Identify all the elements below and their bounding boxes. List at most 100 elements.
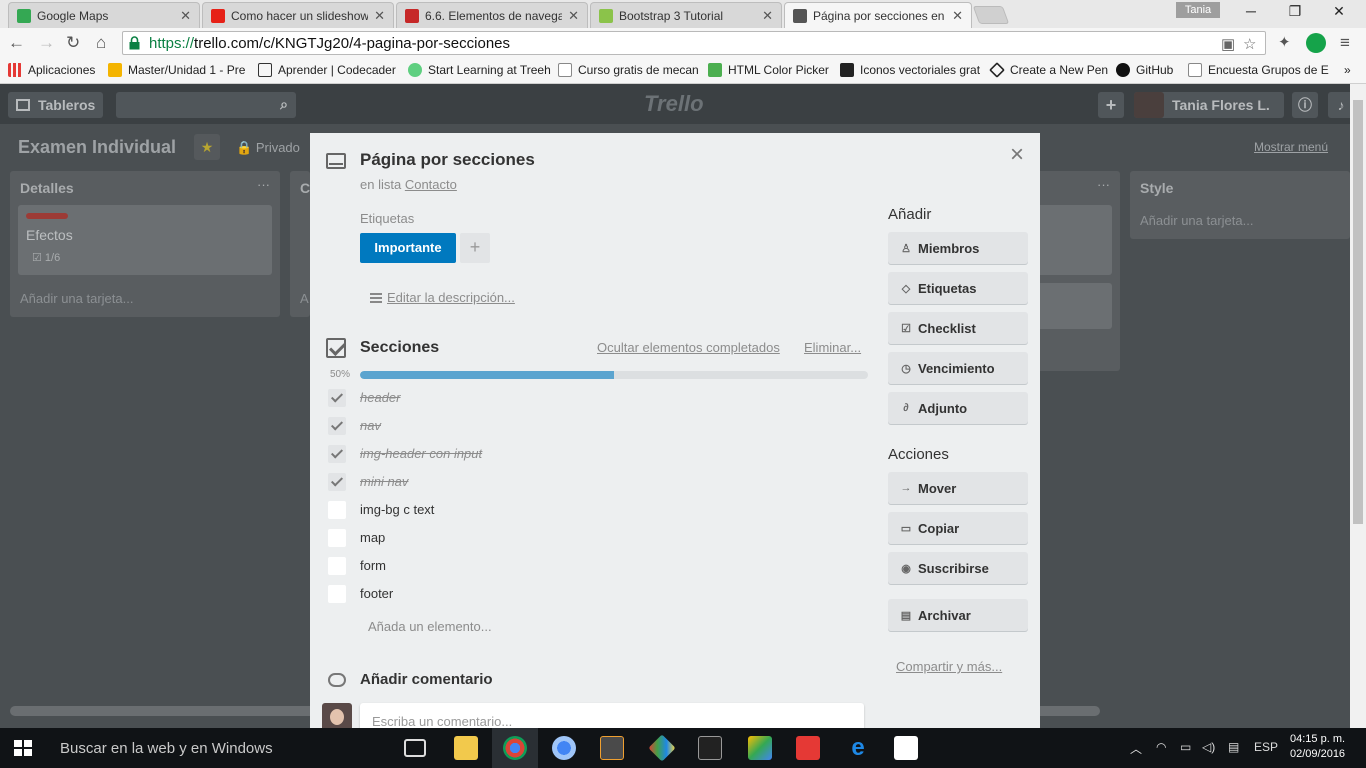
close-tab-icon[interactable]: ✕ (180, 8, 191, 24)
close-tab-icon[interactable]: ✕ (952, 8, 963, 24)
comment-input[interactable]: Escriba un comentario... (360, 703, 864, 728)
item-text[interactable]: img-bg c text (360, 502, 434, 517)
browser-tab-elementos[interactable]: 6.6. Elementos de navegac ✕ (396, 2, 588, 28)
task-view-icon[interactable] (404, 739, 426, 757)
show-menu-link[interactable]: Mostrar menú (1254, 140, 1328, 154)
taskbar-search-input[interactable]: Buscar en la web y en Windows (60, 740, 273, 757)
close-tab-icon[interactable]: ✕ (762, 8, 773, 24)
delete-checklist-link[interactable]: Eliminar... (804, 340, 861, 355)
bookmark-curso[interactable]: Curso gratis de mecan (558, 63, 699, 77)
item-text[interactable]: nav (360, 418, 381, 433)
tray-chevron-icon[interactable]: ︿ (1130, 740, 1142, 757)
minimize-window-button[interactable]: ─ (1236, 3, 1266, 19)
add-card-link[interactable]: A (300, 291, 309, 306)
item-checkbox[interactable] (328, 417, 346, 435)
checklist-item[interactable]: map (326, 527, 866, 551)
item-checkbox[interactable] (328, 473, 346, 491)
list-title[interactable]: Style (1140, 180, 1173, 196)
bookmark-codepen[interactable]: Create a New Pen (989, 62, 1108, 78)
bookmark-encuesta[interactable]: Encuesta Grupos de E (1188, 63, 1329, 77)
close-tab-icon[interactable]: ✕ (374, 8, 385, 24)
item-checkbox[interactable] (328, 501, 346, 519)
card-title[interactable]: Página por secciones (360, 150, 535, 170)
item-text[interactable]: form (360, 558, 386, 573)
archive-button[interactable]: ▤ Archivar (888, 599, 1028, 631)
checklist-item[interactable]: form (326, 555, 866, 579)
privacy-label[interactable]: 🔒 Privado (236, 140, 300, 156)
home-icon[interactable]: ⌂ (96, 33, 106, 53)
board-search-input[interactable]: ⌕ (116, 92, 296, 118)
hide-completed-link[interactable]: Ocultar elementos completados (597, 340, 780, 355)
checklist-item[interactable]: header (326, 387, 866, 411)
item-checkbox[interactable] (328, 529, 346, 547)
back-arrow-icon[interactable]: ← (8, 33, 25, 53)
list-card[interactable] (1040, 283, 1112, 329)
checklist-item[interactable]: img-bg c text (326, 499, 866, 523)
taskbar-clock[interactable]: 04:15 p. m. 02/09/2016 (1290, 732, 1345, 762)
item-checkbox[interactable] (328, 557, 346, 575)
trello-logo[interactable]: Trello (644, 91, 704, 117)
close-icon[interactable]: × (1010, 141, 1024, 169)
forward-arrow-icon[interactable]: → (38, 33, 55, 53)
list-link[interactable]: Contacto (405, 177, 457, 192)
new-tab-button[interactable] (972, 6, 1010, 24)
url-text[interactable]: https://trello.com/c/KNGTJg20/4-pagina-p… (149, 35, 510, 52)
close-tab-icon[interactable]: ✕ (568, 8, 579, 24)
board-title[interactable]: Examen Individual (18, 137, 176, 158)
bookmark-aplicaciones[interactable]: Aplicaciones (8, 63, 95, 77)
item-checkbox[interactable] (328, 389, 346, 407)
copy-button[interactable]: ▭ Copiar (888, 512, 1028, 544)
file-explorer-icon[interactable] (454, 736, 478, 760)
card-efectos[interactable]: Efectos ☑ 1/6 (18, 205, 272, 275)
chrome-canary-icon[interactable] (552, 736, 576, 760)
checklist-title[interactable]: Secciones (360, 339, 439, 357)
more-bookmarks-icon[interactable]: » (1344, 63, 1351, 77)
checklist-button[interactable]: ☑ Checklist (888, 312, 1028, 344)
checklist-item[interactable]: mini nav (326, 471, 866, 495)
close-window-button[interactable]: ✕ (1324, 3, 1354, 20)
list-title[interactable]: Detalles (20, 180, 74, 196)
browser-tab-google-maps[interactable]: Google Maps ✕ (8, 2, 200, 28)
star-icon[interactable]: ★ (194, 134, 220, 160)
subscribe-button[interactable]: ◉ Suscribirse (888, 552, 1028, 584)
browser-tab-youtube[interactable]: Como hacer un slideshow ✕ (202, 2, 394, 28)
volume-icon[interactable]: ◁) (1202, 740, 1215, 754)
add-icon[interactable]: + (1098, 92, 1124, 118)
mp3-converter-icon[interactable] (796, 736, 820, 760)
list-menu-icon[interactable]: ··· (257, 177, 270, 192)
checklist-item[interactable]: footer (326, 583, 866, 607)
attachment-button[interactable]: ∂ Adjunto (888, 392, 1028, 424)
add-label-button[interactable]: + (460, 233, 490, 263)
grammarly-icon[interactable] (1306, 33, 1326, 53)
omnibox[interactable]: https://trello.com/c/KNGTJg20/4-pagina-p… (122, 31, 1266, 55)
item-text[interactable]: img-header con input (360, 446, 482, 461)
edge-icon[interactable]: e (846, 736, 870, 760)
info-icon[interactable]: ⓘ (1292, 92, 1318, 118)
label-importante[interactable]: Importante (360, 233, 456, 263)
scrollbar-thumb[interactable] (1353, 100, 1363, 524)
bookmark-codecademy[interactable]: Aprender | Codecader (258, 63, 396, 77)
list-title[interactable]: C (300, 180, 310, 196)
add-card-link[interactable]: Añadir una tarjeta... (1140, 213, 1253, 228)
chrome-icon[interactable] (503, 736, 527, 760)
bookmark-iconos[interactable]: Iconos vectoriales grat (840, 63, 980, 77)
bookmark-github[interactable]: GitHub (1116, 63, 1173, 77)
page-vertical-scrollbar[interactable] (1350, 84, 1366, 728)
sublime-text-icon[interactable] (600, 736, 624, 760)
google-drive-icon[interactable] (748, 736, 772, 760)
checklist-item[interactable]: img-header con input (326, 443, 866, 467)
item-text[interactable]: header (360, 390, 400, 405)
maximize-window-button[interactable]: ❐ (1280, 3, 1310, 20)
bookmark-master[interactable]: Master/Unidad 1 - Pre (108, 63, 245, 77)
terminal-icon[interactable] (698, 736, 722, 760)
boards-button[interactable]: Tableros (8, 92, 104, 118)
item-text[interactable]: mini nav (360, 474, 408, 489)
item-checkbox[interactable] (328, 585, 346, 603)
bookmark-treehouse[interactable]: Start Learning at Treeh (408, 63, 551, 77)
extension-icon[interactable]: ✦ (1278, 33, 1291, 51)
labels-button[interactable]: ◇ Etiquetas (888, 272, 1028, 304)
bookmark-star-icon[interactable]: ☆ (1243, 35, 1256, 53)
notifications-icon[interactable]: ▤ (1228, 740, 1239, 754)
move-button[interactable]: → Mover (888, 472, 1028, 504)
add-card-link[interactable]: Añadir una tarjeta... (20, 291, 133, 306)
